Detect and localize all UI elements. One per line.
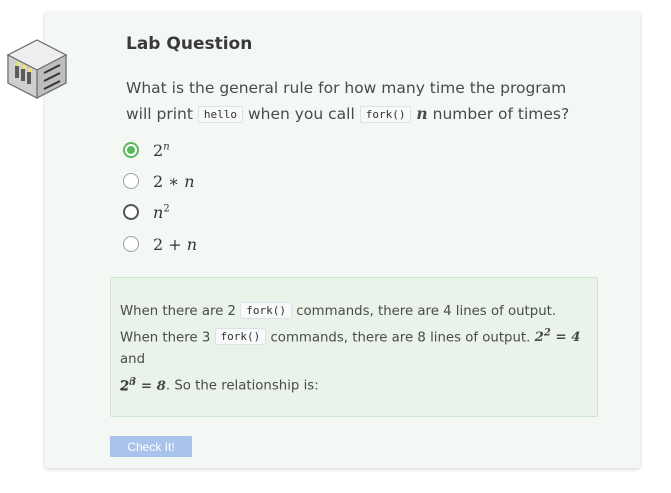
option-label: 2 ∗ n <box>153 171 195 191</box>
option-label: 2n <box>153 140 170 160</box>
radio-button[interactable] <box>123 173 139 189</box>
explanation-text: When there are 2 fork() commands, there … <box>120 302 581 394</box>
explanation-result: 2n <box>120 377 136 395</box>
option-2-times-n[interactable]: 2 ∗ n <box>123 170 195 192</box>
check-it-button[interactable]: Check It! <box>110 436 192 457</box>
server-lab-icon <box>6 39 68 99</box>
radio-button-selected[interactable] <box>123 142 139 158</box>
option-n-squared[interactable]: n2 <box>123 201 170 223</box>
radio-button[interactable] <box>123 236 139 252</box>
math-eq-1: 22 = 4 <box>534 328 581 346</box>
explanation-panel: When there are 2 fork() commands, there … <box>110 277 598 417</box>
code-fork: fork() <box>359 106 412 123</box>
math-var-n: n <box>416 104 428 123</box>
question-part-3: number of times? <box>432 105 570 123</box>
question-part-2: when you call <box>247 105 355 123</box>
option-2-plus-n[interactable]: 2 + n <box>123 233 197 255</box>
code-hello: hello <box>197 106 244 123</box>
code-fork: fork() <box>214 328 267 346</box>
option-label: 2 + n <box>153 234 198 254</box>
radio-button-focused[interactable] <box>123 204 139 220</box>
question-text: What is the general rule for how many ti… <box>126 76 596 127</box>
code-fork: fork() <box>240 302 292 319</box>
option-2-pow-n[interactable]: 2n <box>123 139 170 161</box>
page-title: Lab Question <box>126 34 253 54</box>
option-label: n2 <box>153 202 170 222</box>
